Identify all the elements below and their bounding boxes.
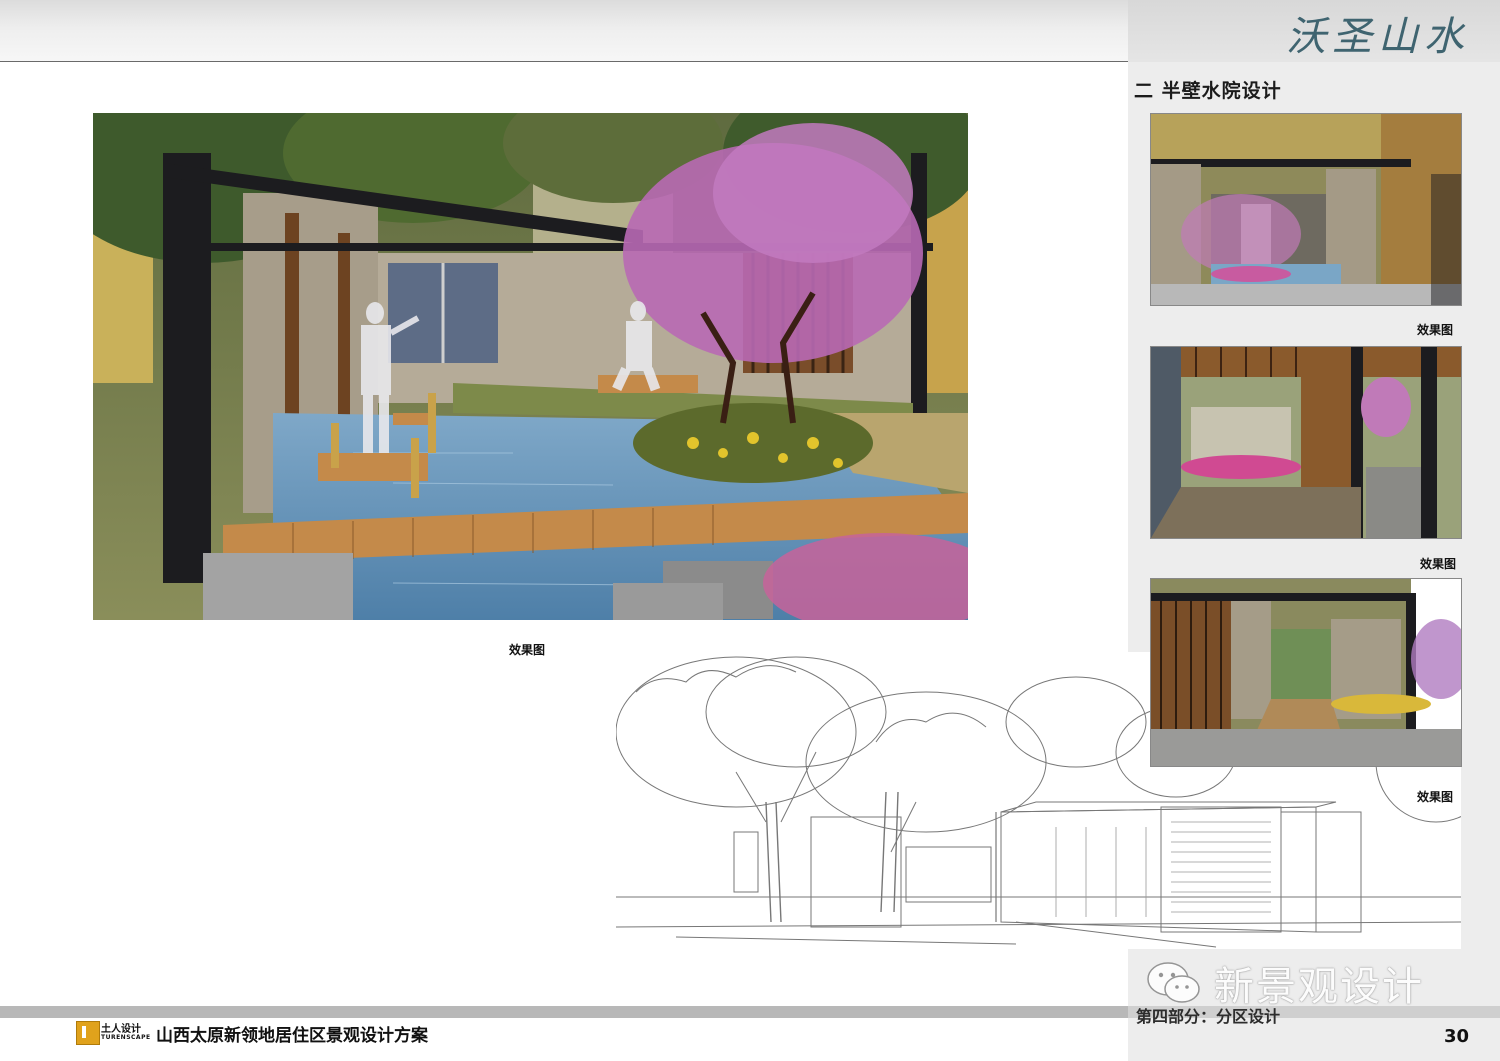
page-number: 30 <box>1444 1026 1470 1047</box>
wechat-icon <box>1147 962 1200 1003</box>
chapter-label: 第四部分：分区设计 <box>1136 1007 1281 1026</box>
thumbnail-render-3 <box>1150 578 1462 767</box>
thumbnail-2-caption: 效果图 <box>1420 557 1457 571</box>
section-title: 二 半壁水院设计 <box>1134 80 1282 102</box>
thumbnail-3-caption: 效果图 <box>1417 790 1454 804</box>
footer-bar <box>0 1006 1128 1018</box>
main-render-caption: 效果图 <box>509 643 546 657</box>
thumbnail-render-1 <box>1150 113 1462 306</box>
main-render-image <box>93 113 968 620</box>
project-title: 山西太原新领地居住区景观设计方案 <box>156 1026 428 1046</box>
turenscape-logo-icon <box>76 1021 100 1045</box>
thumbnail-render-2 <box>1150 346 1462 539</box>
calligraphy-logo: 沃圣山水 <box>1286 14 1470 60</box>
brand-name-en: TURENSCAPE <box>101 1034 151 1041</box>
brand-name-cn: 土人设计 <box>101 1024 141 1035</box>
thumbnail-1-caption: 效果图 <box>1417 323 1454 337</box>
